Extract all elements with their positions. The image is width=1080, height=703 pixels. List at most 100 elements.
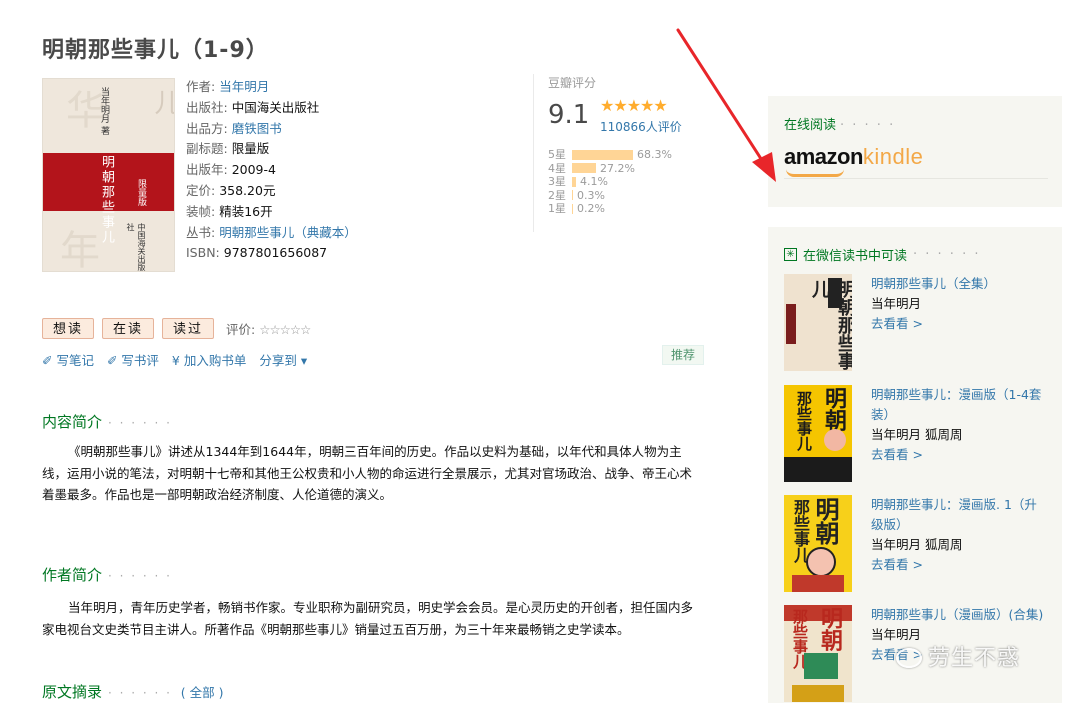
rating-distribution: 5星 68.3% 4星 27.2% 3星 4.1% 2星 0.3% 1星 0.2%	[548, 148, 672, 216]
weread-heading-text: 在微信读书中可读	[803, 249, 908, 264]
heading-dots: · · · · · ·	[108, 569, 172, 583]
share-dropdown[interactable]: 分享到 ▾	[259, 350, 307, 369]
weread-item-meta: 明朝那些事儿：漫画版. 1（升级版） 当年明月 狐周周 去看看 >	[871, 495, 1047, 575]
intro-heading: 内容简介 · · · · · ·	[42, 411, 172, 432]
online-read-heading-text: 在线阅读	[784, 118, 837, 133]
rating-bar	[572, 149, 633, 160]
weread-item-title[interactable]: 明朝那些事儿：漫画版（1-4套装）	[871, 385, 1047, 425]
book-thumbnail[interactable]: 那些事儿 明朝	[784, 495, 852, 592]
read-button[interactable]: 读过	[162, 318, 215, 339]
write-review-link[interactable]: ✐ 写书评	[107, 350, 159, 369]
info-label: 丛书:	[186, 224, 216, 240]
book-thumbnail[interactable]: 那些事儿 明朝	[784, 385, 852, 482]
go-see-link[interactable]: 去看看 >	[871, 445, 1047, 465]
amazon-kindle-logo[interactable]: amazonkindle	[784, 144, 924, 177]
rating-count-link[interactable]: 110866人评价	[600, 118, 682, 135]
info-row: 副标题: 限量版	[186, 139, 357, 160]
info-value: 2009-4	[231, 162, 276, 178]
watermark-text: 劳生不惑	[928, 646, 1021, 671]
info-row: ISBN: 9787801656087	[186, 243, 357, 264]
heading-dots: · · · · · ·	[108, 416, 172, 430]
rating-bar	[572, 163, 596, 174]
heading-dots: · · · · ·	[840, 118, 896, 133]
weread-item-title[interactable]: 明朝那些事儿：漫画版. 1（升级版）	[871, 495, 1047, 535]
book-title: 明朝那些事儿（1-9）	[42, 38, 269, 63]
info-value[interactable]: 磨铁图书	[232, 121, 282, 136]
info-value: 358.20元	[219, 182, 276, 198]
weread-item-author: 当年明月 狐周周	[871, 537, 963, 552]
weread-item-title[interactable]: 明朝那些事儿（全集）	[871, 274, 1047, 294]
rating-row-label: 1星	[548, 202, 566, 215]
rating-row-label: 5星	[548, 148, 566, 161]
reading-button[interactable]: 在读	[102, 318, 155, 339]
rating-row: 5星 68.3%	[548, 148, 672, 162]
status-buttons: 想读 在读 读过 评价: ☆☆☆☆☆	[42, 318, 311, 339]
weread-item-meta: 明朝那些事儿（全集） 当年明月 去看看 >	[871, 274, 1047, 334]
recommend-button[interactable]: 推荐	[662, 345, 704, 365]
info-label: 作者:	[186, 79, 216, 94]
evaluate-label: 评价:	[226, 322, 256, 337]
info-value: 限量版	[231, 141, 270, 157]
wechat-icon	[896, 648, 922, 668]
rating-panel: 豆瓣评分 9.1 ★★★★★ 110866人评价 5星 68.3% 4星 27.2% 3…	[533, 74, 703, 232]
intro-text: 《明朝那些事儿》讲述从1344年到1644年，明朝三百年间的历史。作品以史料为基…	[42, 444, 693, 502]
evaluate: 评价: ☆☆☆☆☆	[226, 319, 311, 338]
watermark: 劳生不惑	[896, 640, 1020, 672]
excerpt-heading-text: 原文摘录	[42, 683, 103, 701]
info-value[interactable]: 当年明月	[219, 79, 269, 94]
go-see-link[interactable]: 去看看 >	[871, 555, 1047, 575]
amazon-smile-icon	[786, 169, 844, 177]
rating-caption: 豆瓣评分	[548, 76, 597, 90]
cover-decor-glyph: 年	[53, 229, 99, 269]
rating-bar	[572, 176, 576, 187]
info-row: 出版社: 中国海关出版社	[186, 98, 357, 119]
rating-row: 4星 27.2%	[548, 162, 672, 176]
rating-row: 2星 0.3%	[548, 189, 672, 203]
weread-item-meta: 明朝那些事儿：漫画版（1-4套装） 当年明月 狐周周 去看看 >	[871, 385, 1047, 465]
weread-item-title[interactable]: 明朝那些事儿（漫画版）(合集)	[871, 605, 1047, 625]
weread-panel: ✳ 在微信读书中可读 · · · · · · 明朝那些事儿 明朝那些事儿（全集） …	[768, 227, 1062, 703]
add-to-cart-link[interactable]: ¥ 加入购书单	[172, 350, 246, 369]
weread-item-author: 当年明月	[871, 296, 922, 311]
info-label: 出版年:	[186, 162, 228, 178]
info-row: 出版年: 2009-4	[186, 160, 357, 181]
rating-row-label: 2星	[548, 188, 566, 202]
heading-dots: · · · · · ·	[108, 686, 172, 700]
rating-row-percent: 27.2%	[600, 161, 635, 175]
rating-bar	[572, 190, 573, 201]
info-value: 中国海关出版社	[231, 99, 320, 115]
excerpt-all-link[interactable]: ( 全部 )	[181, 685, 224, 700]
rating-row: 3星 4.1%	[548, 175, 672, 189]
amazon-wordmark: amazon	[784, 144, 863, 169]
info-value: 9787801656087	[223, 245, 328, 261]
book-thumbnail[interactable]: 明朝那些事儿	[784, 274, 852, 371]
info-row: 丛书: 明朝那些事儿（典藏本）	[186, 223, 357, 244]
rating-row-percent: 68.3%	[637, 148, 672, 161]
rating-row-label: 4星	[548, 161, 566, 175]
write-note-link[interactable]: ✐ 写笔记	[42, 350, 94, 369]
rating-stars: ★★★★★	[600, 96, 668, 115]
online-read-panel: 在线阅读 · · · · · amazonkindle	[768, 96, 1062, 207]
rating-row-percent: 0.2%	[577, 202, 605, 215]
info-row: 定价: 358.20元	[186, 181, 357, 202]
want-read-button[interactable]: 想读	[42, 318, 95, 339]
kindle-wordmark: kindle	[862, 144, 924, 169]
excerpt-heading: 原文摘录 · · · · · · ( 全部 )	[42, 681, 223, 702]
info-row: 作者: 当年明月	[186, 77, 357, 98]
rating-row-percent: 0.3%	[577, 188, 605, 202]
divider	[784, 178, 1048, 179]
info-label: 定价:	[186, 182, 216, 198]
info-label: 出品方:	[186, 120, 228, 136]
evaluate-stars[interactable]: ☆☆☆☆☆	[259, 322, 311, 337]
book-cover[interactable]: 华 儿 当年明月 著 明朝那些事儿 限量版 年 中国海关出版社	[42, 78, 175, 272]
rating-row-label: 3星	[548, 175, 566, 188]
info-value[interactable]: 明朝那些事儿（典藏本）	[219, 225, 357, 240]
weread-icon: ✳	[784, 248, 797, 261]
book-thumbnail[interactable]: 那些事儿 明朝	[784, 605, 852, 702]
heading-dots: · · · · · ·	[913, 247, 981, 262]
info-label: 出版社:	[186, 99, 228, 115]
author-heading: 作者简介 · · · · · ·	[42, 564, 172, 585]
intro-heading-text: 内容简介	[42, 413, 103, 431]
info-label: 副标题:	[186, 141, 228, 157]
go-see-link[interactable]: 去看看 >	[871, 314, 1047, 334]
